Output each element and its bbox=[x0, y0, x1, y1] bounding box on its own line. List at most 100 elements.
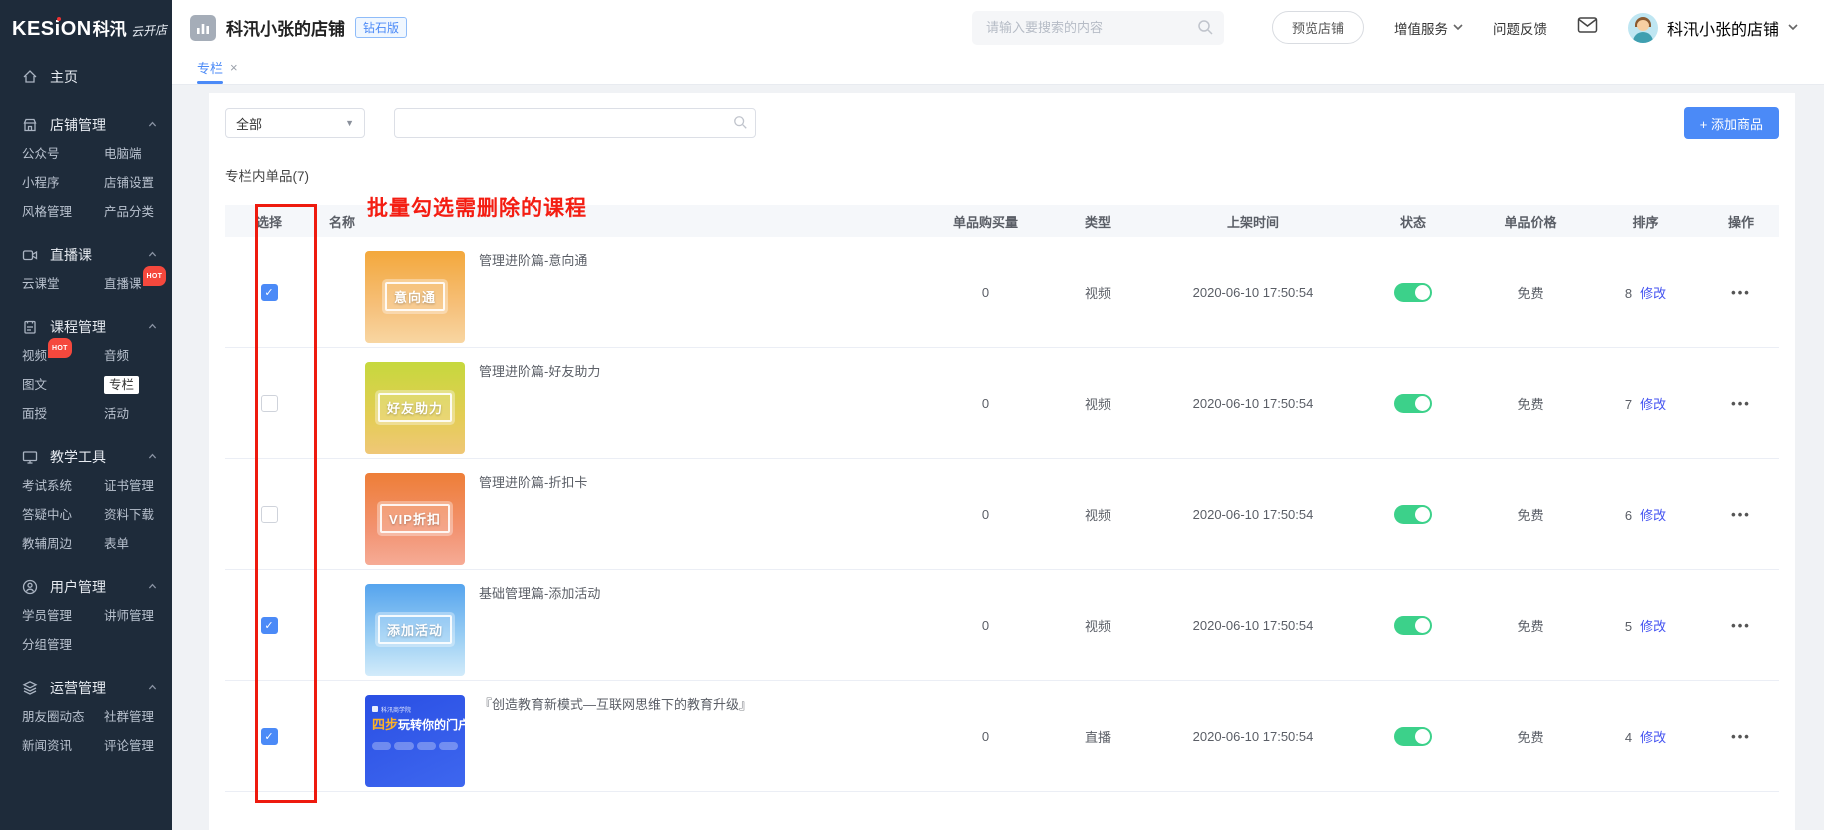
sidebar-item-新闻资讯[interactable]: 新闻资讯 bbox=[22, 738, 104, 755]
sidebar-group-header-3[interactable]: 教学工具 bbox=[0, 438, 172, 476]
row-checkbox[interactable]: ✓ bbox=[260, 616, 278, 634]
sidebar-item-电脑端[interactable]: 电脑端 bbox=[104, 146, 172, 163]
row-checkbox[interactable]: ✓ bbox=[260, 283, 278, 301]
status-toggle[interactable] bbox=[1394, 393, 1432, 413]
row-sort-cell: 7 修改 bbox=[1588, 394, 1703, 413]
chevron-up-icon bbox=[147, 247, 158, 263]
row-name-cell: 意向通 管理进阶篇-意向通 bbox=[313, 242, 928, 343]
more-actions-icon[interactable]: ••• bbox=[1731, 618, 1751, 633]
course-thumbnail[interactable]: 意向通 bbox=[365, 250, 465, 343]
row-more-cell: ••• bbox=[1703, 396, 1779, 411]
sidebar-item-朋友圈动态[interactable]: 朋友圈动态 bbox=[22, 709, 104, 726]
edit-link[interactable]: 修改 bbox=[1640, 730, 1666, 745]
sidebar-item-公众号[interactable]: 公众号 bbox=[22, 146, 104, 163]
sidebar-item-云课堂[interactable]: 云课堂 bbox=[22, 276, 104, 293]
sidebar-item-label: 讲师管理 bbox=[104, 609, 155, 623]
course-thumbnail[interactable]: 科汛商学院 四步玩转你的门户 bbox=[365, 694, 465, 787]
sidebar-item-店铺设置[interactable]: 店铺设置 bbox=[104, 175, 172, 192]
sidebar-item-label: 专栏 bbox=[104, 376, 140, 394]
edit-link[interactable]: 修改 bbox=[1640, 397, 1666, 412]
account-menu[interactable]: 科汛小张的店铺 bbox=[1627, 12, 1798, 43]
row-price: 免费 bbox=[1517, 729, 1544, 745]
sidebar-group-header-0[interactable]: 店铺管理 bbox=[0, 106, 172, 144]
mail-icon[interactable] bbox=[1577, 16, 1598, 39]
sidebar-item-考试系统[interactable]: 考试系统 bbox=[22, 478, 104, 495]
status-toggle[interactable] bbox=[1394, 726, 1432, 746]
sidebar-item-label: 面授 bbox=[22, 407, 48, 421]
course-thumbnail[interactable]: 添加活动 bbox=[365, 583, 465, 676]
sidebar-item-直播课[interactable]: 直播课 HOT bbox=[104, 266, 172, 293]
sidebar-item-面授[interactable]: 面授 bbox=[22, 406, 104, 423]
store-name: 科汛小张的店铺 bbox=[226, 20, 345, 39]
preview-store-button[interactable]: 预览店铺 bbox=[1271, 11, 1364, 44]
more-actions-icon[interactable]: ••• bbox=[1731, 285, 1751, 300]
chevron-down-icon bbox=[1453, 20, 1463, 35]
col-header-select: 选择 bbox=[255, 214, 282, 230]
tab-zhuanlan[interactable]: 专栏 × bbox=[197, 58, 238, 84]
sidebar-item-home[interactable]: 主页 bbox=[0, 51, 172, 93]
edit-link[interactable]: 修改 bbox=[1640, 286, 1666, 301]
sidebar-group-header-4[interactable]: 用户管理 bbox=[0, 568, 172, 606]
sidebar-item-视频[interactable]: 视频 HOT bbox=[22, 338, 104, 365]
sidebar-item-label: 音频 bbox=[104, 349, 130, 363]
status-toggle[interactable] bbox=[1394, 615, 1432, 635]
sidebar-item-产品分类[interactable]: 产品分类 bbox=[104, 204, 172, 221]
sidebar-group-header-5[interactable]: 运营管理 bbox=[0, 669, 172, 707]
search-icon[interactable] bbox=[733, 115, 748, 135]
sidebar-item-表单[interactable]: 表单 bbox=[104, 536, 172, 553]
more-actions-icon[interactable]: ••• bbox=[1731, 396, 1751, 411]
course-thumbnail[interactable]: 好友助力 bbox=[365, 361, 465, 454]
category-filter-select[interactable]: 全部 ▼ bbox=[225, 108, 365, 138]
sidebar-item-音频[interactable]: 音频 bbox=[104, 348, 172, 365]
list-search-input[interactable] bbox=[394, 108, 756, 138]
banner-headline: 四步玩转你的门户 bbox=[372, 716, 465, 732]
sidebar-item-学员管理[interactable]: 学员管理 bbox=[22, 608, 104, 625]
sidebar-item-label: 风格管理 bbox=[22, 205, 73, 219]
sidebar-item-风格管理[interactable]: 风格管理 bbox=[22, 204, 104, 221]
row-more-cell: ••• bbox=[1703, 618, 1779, 633]
row-name-cell: 添加活动 基础管理篇-添加活动 bbox=[313, 575, 928, 676]
value-added-services-menu[interactable]: 增值服务 bbox=[1394, 18, 1463, 38]
tab-close-icon[interactable]: × bbox=[230, 60, 238, 75]
row-checkbox[interactable] bbox=[260, 394, 278, 412]
course-thumbnail[interactable]: VIP折扣 bbox=[365, 472, 465, 565]
edit-link[interactable]: 修改 bbox=[1640, 619, 1666, 634]
table-header-row: 选择 名称 单品购买量 类型 上架时间 状态 单品价格 排序 操作 bbox=[225, 205, 1779, 237]
sidebar-item-分组管理[interactable]: 分组管理 bbox=[22, 637, 104, 654]
sidebar-item-图文[interactable]: 图文 bbox=[22, 377, 104, 394]
sidebar-item-评论管理[interactable]: 评论管理 bbox=[104, 738, 172, 755]
sidebar-item-教辅周边[interactable]: 教辅周边 bbox=[22, 536, 104, 553]
sidebar-item-资料下载[interactable]: 资料下载 bbox=[104, 507, 172, 524]
avatar bbox=[1627, 12, 1658, 43]
sidebar-item-社群管理[interactable]: 社群管理 bbox=[104, 709, 172, 726]
sidebar-item-证书管理[interactable]: 证书管理 bbox=[104, 478, 172, 495]
row-purchases: 0 bbox=[981, 284, 990, 300]
sidebar-group-label: 教学工具 bbox=[50, 449, 106, 465]
banner-tag-pill bbox=[394, 741, 414, 750]
more-actions-icon[interactable]: ••• bbox=[1731, 729, 1751, 744]
feedback-label: 问题反馈 bbox=[1492, 21, 1547, 37]
row-checkbox[interactable] bbox=[260, 505, 278, 523]
table-row: ✓ 意向通 管理进阶篇-意向通 0 视频 2020-06-10 17:50:54 免费 8 修改… bbox=[225, 237, 1779, 348]
sidebar-item-小程序[interactable]: 小程序 bbox=[22, 175, 104, 192]
more-actions-icon[interactable]: ••• bbox=[1731, 507, 1751, 522]
status-toggle[interactable] bbox=[1394, 282, 1432, 302]
sidebar-item-活动[interactable]: 活动 bbox=[104, 406, 172, 423]
sidebar-item-专栏[interactable]: 专栏 bbox=[104, 376, 172, 394]
row-select-cell bbox=[225, 394, 313, 412]
course-title: 管理进阶篇-意向通 bbox=[479, 252, 588, 268]
sidebar-group-header-2[interactable]: 课程管理 bbox=[0, 308, 172, 346]
sidebar-item-label: 评论管理 bbox=[104, 739, 155, 753]
sidebar-item-讲师管理[interactable]: 讲师管理 bbox=[104, 608, 172, 625]
edit-link[interactable]: 修改 bbox=[1640, 508, 1666, 523]
add-product-button[interactable]: + 添加商品 bbox=[1683, 107, 1779, 139]
row-checkbox[interactable]: ✓ bbox=[260, 727, 278, 745]
row-price: 免费 bbox=[1517, 507, 1544, 523]
row-publish-time: 2020-06-10 17:50:54 bbox=[1192, 395, 1314, 411]
search-icon[interactable] bbox=[1197, 19, 1214, 41]
status-toggle[interactable] bbox=[1394, 504, 1432, 524]
header-search-input[interactable] bbox=[971, 10, 1224, 45]
sidebar-item-答疑中心[interactable]: 答疑中心 bbox=[22, 507, 104, 524]
feedback-link[interactable]: 问题反馈 bbox=[1493, 18, 1547, 38]
row-name-cell: 科汛商学院 四步玩转你的门户 『创造教育新模式—互联网思维下的教育升级』 bbox=[313, 686, 928, 787]
